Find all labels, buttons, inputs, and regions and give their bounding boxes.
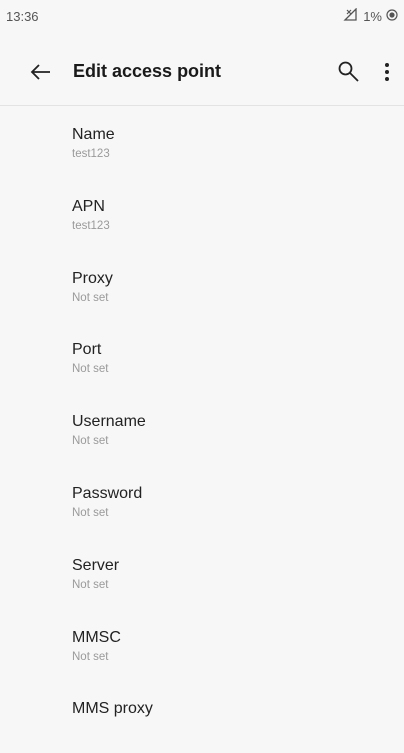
setting-name[interactable]: Name test123 [0, 107, 404, 179]
more-options-button[interactable] [372, 56, 402, 92]
setting-value: Not set [72, 650, 109, 663]
setting-title: MMS proxy [72, 700, 153, 718]
setting-title: Name [72, 126, 115, 143]
more-vert-icon [384, 62, 390, 87]
search-button[interactable] [331, 56, 367, 92]
setting-server[interactable]: Server Not set [0, 538, 404, 610]
setting-username[interactable]: Username Not set [0, 394, 404, 466]
back-button[interactable] [22, 56, 58, 92]
setting-value: Not set [72, 578, 109, 591]
setting-title: Password [72, 484, 143, 502]
search-icon [337, 60, 361, 89]
setting-value: Not set [72, 435, 109, 448]
setting-value: Not set [72, 363, 109, 376]
setting-password[interactable]: Password Not set [0, 466, 404, 538]
no-signal-icon [343, 6, 359, 25]
page-title: Edit access point [73, 61, 222, 81]
status-icons: 1% [343, 6, 398, 25]
setting-proxy[interactable]: Proxy Not set [0, 251, 404, 323]
status-time: 13:36 [6, 8, 39, 24]
battery-percent: 1% [363, 8, 382, 24]
setting-title: Username [72, 413, 146, 431]
setting-apn[interactable]: APN test123 [0, 179, 404, 251]
setting-value: Not set [72, 506, 109, 519]
setting-title: Port [72, 341, 102, 359]
setting-value: test123 [72, 219, 110, 232]
setting-title: APN [72, 197, 105, 215]
setting-title: Proxy [72, 269, 113, 287]
setting-title: Server [72, 556, 120, 574]
setting-title: MMSC [72, 628, 121, 646]
setting-mmsc[interactable]: MMSC Not set [0, 610, 404, 682]
setting-value: test123 [72, 148, 110, 160]
battery-saver-icon [386, 8, 398, 24]
setting-value: Not set [72, 291, 109, 304]
app-bar: Edit access point [0, 40, 404, 106]
back-arrow-icon [29, 63, 51, 86]
settings-list: Name test123 APN test123 Proxy Not set P… [0, 107, 404, 753]
setting-mms-proxy[interactable]: MMS proxy [0, 681, 404, 753]
status-bar: 13:36 1% [0, 0, 404, 32]
setting-port[interactable]: Port Not set [0, 322, 404, 394]
